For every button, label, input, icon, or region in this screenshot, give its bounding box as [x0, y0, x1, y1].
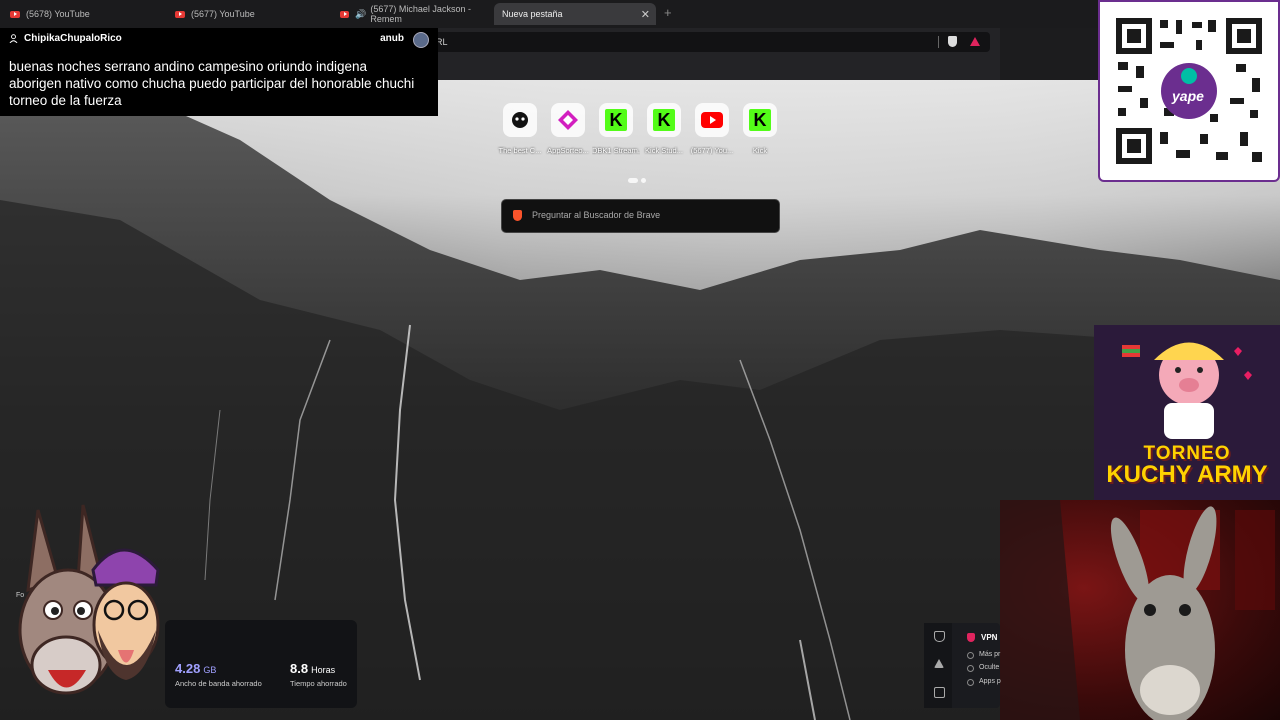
- chat-username: ChipikaChupaloRico: [24, 33, 122, 44]
- youtube-icon: [695, 103, 729, 137]
- brave-lion-icon: [513, 210, 522, 221]
- bandwidth-label: Ancho de banda ahorrado: [175, 679, 262, 688]
- shortcut-dbk1[interactable]: K DBK1 Stream...: [592, 103, 640, 155]
- user-icon: [9, 34, 18, 43]
- chat-message: buenas noches serrano andino campesino o…: [9, 59, 415, 108]
- shortcut-label: Kick: [752, 146, 768, 155]
- shortcut-label: (5677) You...: [690, 146, 734, 155]
- youtube-icon: [175, 10, 185, 18]
- partial-label: Fo: [16, 592, 25, 599]
- kick-icon: K: [599, 103, 633, 137]
- brave-search-box[interactable]: Preguntar al Buscador de Brave: [501, 199, 780, 233]
- chat-channel: anub: [380, 33, 404, 44]
- pagination-dots[interactable]: [628, 170, 649, 188]
- kick-icon: K: [743, 103, 777, 137]
- tab-youtube-1[interactable]: (5678) YouTube: [4, 3, 169, 25]
- avatar: [413, 32, 429, 48]
- yape-logo: yape: [1172, 88, 1204, 104]
- tab-youtube-2[interactable]: (5677) YouTube: [169, 3, 334, 25]
- tab-new-tab[interactable]: Nueva pestaña ✕: [494, 3, 656, 25]
- time-saved-value: 8.8 Horas: [290, 661, 336, 676]
- pig-mascot-icon: [1122, 342, 1252, 439]
- close-icon[interactable]: ✕: [641, 8, 650, 21]
- address-bar[interactable]: RL: [428, 32, 990, 52]
- shortcut-kick-studio[interactable]: K Kick Stud...: [640, 103, 688, 155]
- tab-strip: (5678) YouTube (5677) YouTube 🔊 (5677) M…: [0, 0, 1280, 28]
- tab-label: Nueva pestaña: [502, 9, 563, 19]
- tab-label: (5677) Michael Jackson - Remem: [370, 4, 471, 24]
- brave-shield-icon[interactable]: [948, 36, 957, 47]
- tab-label: (5677) YouTube: [191, 9, 255, 19]
- kick-icon: K: [647, 103, 681, 137]
- speaker-icon: 🔊: [355, 8, 367, 19]
- vpn-sidebar: [924, 623, 952, 708]
- radio-icon[interactable]: [967, 665, 974, 672]
- separator: [938, 36, 939, 48]
- shortcut-label: Kick Stud...: [645, 146, 683, 155]
- time-saved-label: Tiempo ahorrado: [290, 679, 347, 688]
- vpn-row: Apps p: [979, 678, 1001, 685]
- donkey-mascot-icon: [18, 504, 160, 695]
- shortcut-label: The best C...: [498, 146, 542, 155]
- tab-youtube-3[interactable]: 🔊 (5677) Michael Jackson - Remem: [334, 3, 494, 25]
- warning-icon[interactable]: [934, 659, 944, 668]
- tournament-title-line2: KUCHY ARMY: [1106, 461, 1268, 488]
- radio-icon[interactable]: [967, 652, 974, 659]
- radio-icon[interactable]: [967, 679, 974, 686]
- vpn-panel: VPN Más pr Oculte Apps p: [924, 623, 1001, 708]
- vpn-icon: [967, 633, 975, 642]
- shortcut-youtube[interactable]: (5677) You...: [688, 103, 736, 155]
- vpn-title: VPN: [981, 633, 998, 642]
- shortcut-the-best[interactable]: The best C...: [496, 103, 544, 155]
- camera-icon[interactable]: [934, 687, 945, 698]
- brave-stats-widget: 4.28 GB Ancho de banda ahorrado 8.8 Horas …: [165, 620, 357, 708]
- gear-bot-icon: [503, 103, 537, 137]
- new-tab-button[interactable]: +: [664, 5, 672, 20]
- search-placeholder: Preguntar al Buscador de Brave: [532, 210, 661, 220]
- shield-icon[interactable]: [934, 631, 945, 642]
- shortcut-label: DBK1 Stream...: [592, 146, 640, 155]
- shortcut-appsorteo[interactable]: AppSorteo...: [544, 103, 592, 155]
- appsorteo-icon: [551, 103, 585, 137]
- webcam-feed: [1000, 500, 1280, 720]
- vpn-row: Oculte: [979, 664, 1000, 671]
- tournament-badge: TORNEO KUCHY ARMY: [1094, 325, 1280, 510]
- tab-label: (5678) YouTube: [26, 9, 90, 19]
- vpn-row: Más pr: [979, 651, 1001, 658]
- yape-qr-code: yape: [1098, 0, 1280, 182]
- shortcut-label: AppSorteo...: [547, 146, 589, 155]
- brave-rewards-icon[interactable]: [970, 37, 980, 46]
- bandwidth-value: 4.28 GB: [175, 661, 217, 676]
- youtube-icon: [340, 10, 350, 18]
- shortcut-kick[interactable]: K Kick: [736, 103, 784, 155]
- chat-overlay: ChipikaChupaloRico anub buenas noches se…: [0, 28, 438, 116]
- youtube-icon: [10, 10, 20, 18]
